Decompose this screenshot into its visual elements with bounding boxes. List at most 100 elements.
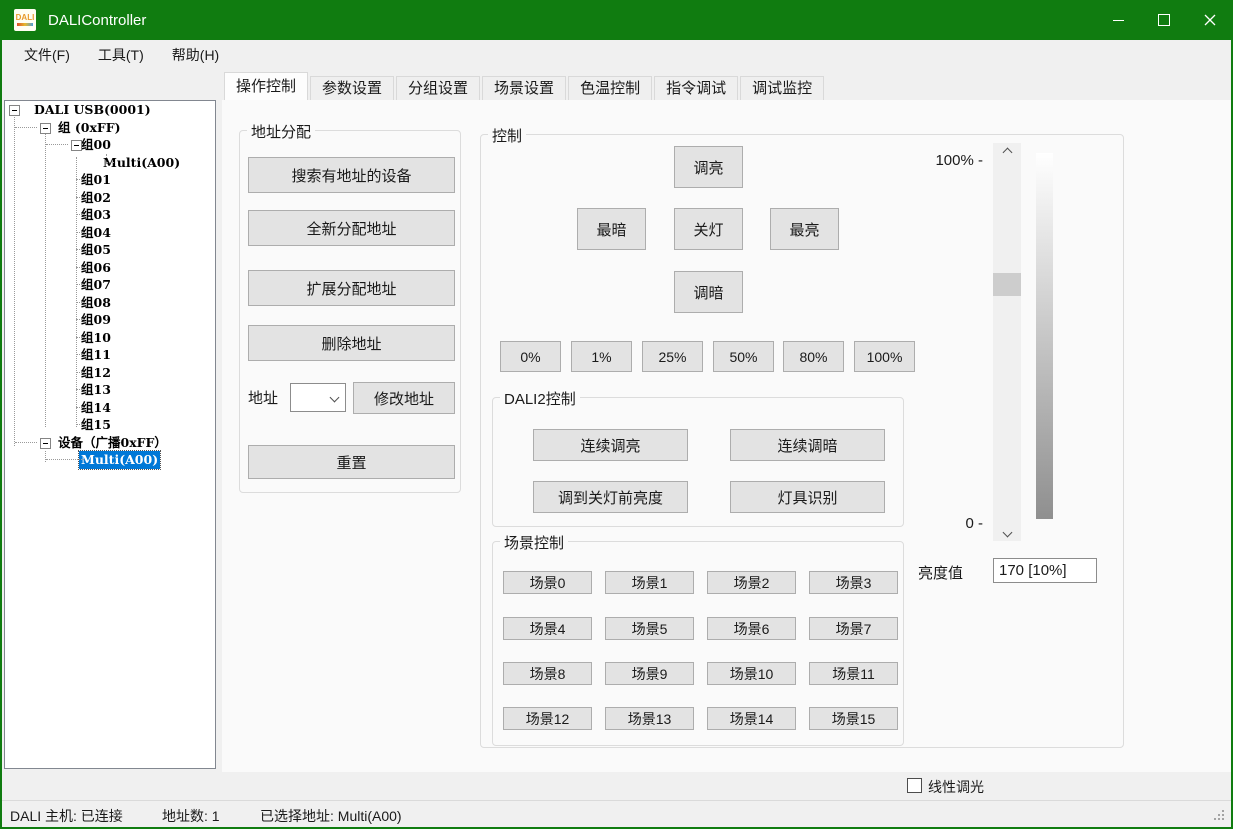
status-bar: DALI 主机: 已连接 地址数: 1 已选择地址: Multi(A00) <box>2 800 1231 827</box>
control-group-label: 控制 <box>488 125 526 146</box>
address-allocation-group: 地址分配 搜索有地址的设备 全新分配地址 扩展分配地址 删除地址 地址 修改地址… <box>239 130 461 493</box>
tree-item-group00[interactable]: 组00 <box>5 136 215 154</box>
window-controls <box>1095 0 1233 40</box>
tree-collapse-icon[interactable] <box>71 140 82 151</box>
delete-address-button[interactable]: 删除地址 <box>248 325 455 361</box>
tree-item-group11[interactable]: 组11 <box>5 346 215 364</box>
percent-100-button[interactable]: 100% <box>854 341 915 372</box>
scene-6-button[interactable]: 场景6 <box>707 617 796 640</box>
scene-7-button[interactable]: 场景7 <box>809 617 898 640</box>
tab-color-temp-control[interactable]: 色温控制 <box>568 76 652 101</box>
linear-dimming-checkbox[interactable] <box>907 778 922 793</box>
scroll-up-button[interactable] <box>993 143 1021 161</box>
menu-help[interactable]: 帮助(H) <box>162 41 229 69</box>
minimize-button[interactable] <box>1095 0 1141 40</box>
scene-14-button[interactable]: 场景14 <box>707 707 796 730</box>
scene-8-button[interactable]: 场景8 <box>503 662 592 685</box>
scene-12-button[interactable]: 场景12 <box>503 707 592 730</box>
tree-item-device-broadcast[interactable]: 设备（广播0xFF） <box>5 434 215 452</box>
scene-13-button[interactable]: 场景13 <box>605 707 694 730</box>
tab-scene-settings[interactable]: 场景设置 <box>482 76 566 101</box>
tree-item-group03[interactable]: 组03 <box>5 206 215 224</box>
continuous-brighten-button[interactable]: 连续调亮 <box>533 429 688 461</box>
brightness-scrollbar[interactable] <box>993 143 1021 541</box>
tree-collapse-icon[interactable] <box>9 105 20 116</box>
scene-0-button[interactable]: 场景0 <box>503 571 592 594</box>
reset-button[interactable]: 重置 <box>248 445 455 479</box>
percent-80-button[interactable]: 80% <box>783 341 844 372</box>
address-combobox[interactable] <box>290 383 346 412</box>
recall-last-level-button[interactable]: 调到关灯前亮度 <box>533 481 688 513</box>
scene-5-button[interactable]: 场景5 <box>605 617 694 640</box>
tab-grouping-settings[interactable]: 分组设置 <box>396 76 480 101</box>
lights-off-button[interactable]: 关灯 <box>674 208 743 250</box>
percent-0-button[interactable]: 0% <box>500 341 561 372</box>
brightness-value-input[interactable]: 170 [10%] <box>993 558 1097 583</box>
tree-item-group10[interactable]: 组10 <box>5 329 215 347</box>
tree-collapse-icon[interactable] <box>40 438 51 449</box>
scene-4-button[interactable]: 场景4 <box>503 617 592 640</box>
scene-9-button[interactable]: 场景9 <box>605 662 694 685</box>
menu-file[interactable]: 文件(F) <box>14 41 80 69</box>
continuous-dim-button[interactable]: 连续调暗 <box>730 429 885 461</box>
tab-debug-monitor[interactable]: 调试监控 <box>740 76 824 101</box>
device-tree: DALI USB(0001) 组 (0xFF) 组00 Multi(A00) 组… <box>4 100 216 769</box>
search-addressed-devices-button[interactable]: 搜索有地址的设备 <box>248 157 455 193</box>
tab-operation-control[interactable]: 操作控制 <box>224 72 308 101</box>
scroll-down-button[interactable] <box>993 523 1021 541</box>
percent-1-button[interactable]: 1% <box>571 341 632 372</box>
modify-address-button[interactable]: 修改地址 <box>353 382 455 414</box>
tree-item-group05[interactable]: 组05 <box>5 241 215 259</box>
tree-item-group01[interactable]: 组01 <box>5 171 215 189</box>
tree-item-multi-a00[interactable]: Multi(A00) <box>5 154 215 172</box>
tree-item-group15[interactable]: 组15 <box>5 416 215 434</box>
menu-tools[interactable]: 工具(T) <box>88 41 154 69</box>
tree-item-group02[interactable]: 组02 <box>5 189 215 207</box>
app-window: DALI DALIController 文件(F) 工具(T) 帮助(H) DA… <box>0 0 1233 829</box>
tree-item-group14[interactable]: 组14 <box>5 399 215 417</box>
resize-grip[interactable] <box>1214 810 1226 822</box>
tree-item-group06[interactable]: 组06 <box>5 259 215 277</box>
tree-item-multi-a00-selected[interactable]: Multi(A00) <box>5 451 215 469</box>
scene-15-button[interactable]: 场景15 <box>809 707 898 730</box>
scrollbar-thumb[interactable] <box>993 273 1021 296</box>
scene-2-button[interactable]: 场景2 <box>707 571 796 594</box>
maximize-button[interactable] <box>1141 0 1187 40</box>
address-label: 地址 <box>248 387 278 408</box>
min-brightness-button[interactable]: 最暗 <box>577 208 646 250</box>
close-button[interactable] <box>1187 0 1233 40</box>
scene-1-button[interactable]: 场景1 <box>605 571 694 594</box>
max-brightness-button[interactable]: 最亮 <box>770 208 839 250</box>
tab-command-debug[interactable]: 指令调试 <box>654 76 738 101</box>
close-icon <box>1204 14 1216 26</box>
bottom-strip: 线性调光 <box>2 772 1231 800</box>
app-logo-icon: DALI <box>14 9 36 31</box>
address-allocation-group-label: 地址分配 <box>247 121 315 142</box>
tree-item-group13[interactable]: 组13 <box>5 381 215 399</box>
scene-3-button[interactable]: 场景3 <box>809 571 898 594</box>
tab-parameter-settings[interactable]: 参数设置 <box>310 76 394 101</box>
dim-button[interactable]: 调暗 <box>674 271 743 313</box>
brightness-gradient-bar <box>1036 153 1053 519</box>
tree-item-group-root[interactable]: 组 (0xFF) <box>5 119 215 137</box>
linear-dimming-label: 线性调光 <box>928 777 984 797</box>
percent-25-button[interactable]: 25% <box>642 341 703 372</box>
brighten-button[interactable]: 调亮 <box>674 146 743 188</box>
chevron-up-icon <box>1002 147 1012 157</box>
extend-assign-addresses-button[interactable]: 扩展分配地址 <box>248 270 455 306</box>
window-title: DALIController <box>48 12 146 29</box>
tree-item-group09[interactable]: 组09 <box>5 311 215 329</box>
tree-item-group07[interactable]: 组07 <box>5 276 215 294</box>
scene-11-button[interactable]: 场景11 <box>809 662 898 685</box>
percent-50-button[interactable]: 50% <box>713 341 774 372</box>
scene-10-button[interactable]: 场景10 <box>707 662 796 685</box>
assign-new-addresses-button[interactable]: 全新分配地址 <box>248 210 455 246</box>
tree-collapse-icon[interactable] <box>40 123 51 134</box>
scene-control-group-label: 场景控制 <box>500 532 568 553</box>
tree-item-group04[interactable]: 组04 <box>5 224 215 242</box>
tree-item-group08[interactable]: 组08 <box>5 294 215 312</box>
tree-item-dali-usb[interactable]: DALI USB(0001) <box>5 101 215 119</box>
luminaire-identify-button[interactable]: 灯具识别 <box>730 481 885 513</box>
tree-item-group12[interactable]: 组12 <box>5 364 215 382</box>
brightness-min-label: 0 - <box>911 515 983 532</box>
